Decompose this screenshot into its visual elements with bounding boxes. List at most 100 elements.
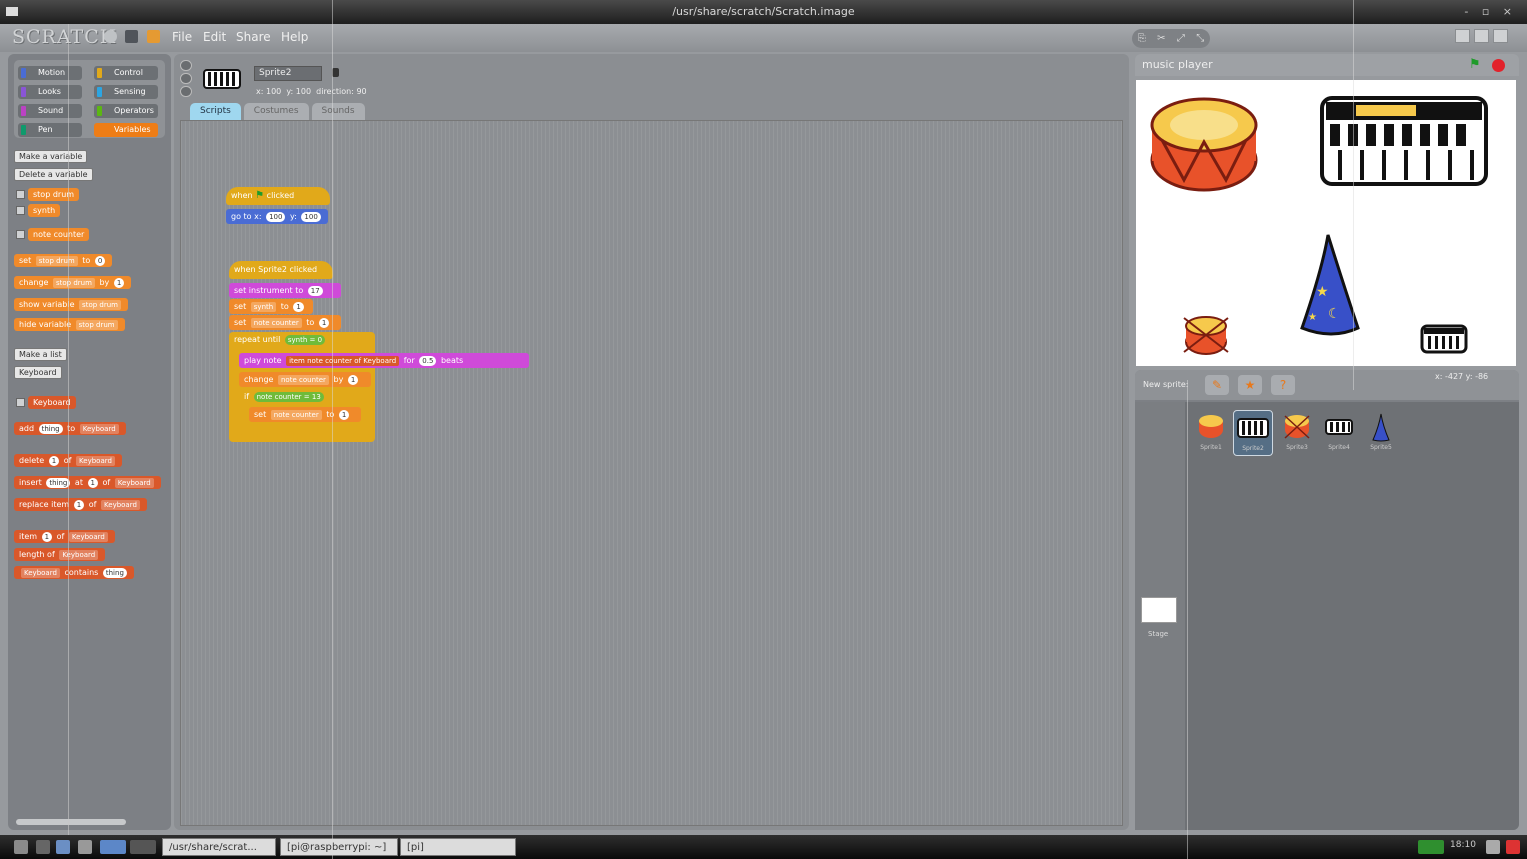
rotate-flip-icon[interactable] — [180, 73, 192, 84]
category-pen[interactable]: Pen — [18, 123, 82, 137]
set-var-block[interactable]: set stop drum to 0 — [14, 254, 113, 267]
normal-stage-icon[interactable] — [1474, 29, 1489, 43]
menu-file[interactable]: File — [172, 30, 192, 44]
sprite-thumb-5[interactable]: Sprite5 — [1361, 410, 1401, 456]
set-note-counter-block[interactable]: set note counter to 1 — [229, 315, 341, 330]
category-sensing[interactable]: Sensing — [94, 85, 158, 99]
menu-help[interactable]: Help — [281, 30, 308, 44]
sprite-name-field[interactable]: Sprite2 — [254, 66, 322, 81]
list-checkbox[interactable] — [16, 398, 25, 407]
insert-at-list-block[interactable]: insert thing at 1 of Keyboard — [14, 476, 161, 489]
paint-new-sprite-icon[interactable]: ✎ — [1205, 375, 1229, 395]
stage-header: music player ⚑ — [1135, 54, 1519, 76]
category-looks[interactable]: Looks — [18, 85, 82, 99]
start-menu-icon[interactable] — [14, 840, 28, 854]
shrink-icon[interactable]: ⤡ — [1196, 33, 1204, 44]
presentation-mode-icon[interactable] — [1493, 29, 1508, 43]
language-globe-icon[interactable] — [104, 30, 117, 43]
var-block-synth[interactable]: synth — [28, 204, 61, 217]
stop-icon[interactable] — [1492, 59, 1505, 72]
rotate-full-icon[interactable] — [180, 60, 192, 71]
delete-list-button[interactable]: Keyboard — [14, 366, 62, 379]
scratch-app: SCRATCH File Edit Share Help ⎘ ✂ ⤢ ⤡ Mot… — [0, 24, 1527, 835]
save-icon[interactable] — [125, 30, 138, 43]
change-var-block[interactable]: change stop drum by 1 — [14, 276, 132, 289]
delete-variable-button[interactable]: Delete a variable — [14, 168, 93, 181]
desktop-icon[interactable] — [78, 840, 92, 854]
set-synth-block[interactable]: set synth to 1 — [229, 299, 313, 314]
tab-sounds[interactable]: Sounds — [311, 103, 365, 120]
cut-icon[interactable]: ✂ — [1157, 33, 1165, 44]
svg-text:★: ★ — [1316, 284, 1329, 300]
make-list-button[interactable]: Make a list — [14, 348, 67, 361]
browser-icon[interactable] — [56, 840, 70, 854]
make-variable-button[interactable]: Make a variable — [14, 150, 88, 163]
stage-thumbnail[interactable] — [1141, 597, 1177, 623]
workspace-2-icon[interactable] — [130, 840, 156, 854]
var-block-note-counter[interactable]: note counter — [28, 228, 90, 241]
tab-scripts[interactable]: Scripts — [190, 103, 241, 120]
random-sprite-icon[interactable]: ? — [1271, 375, 1295, 395]
lock-icon[interactable] — [332, 68, 339, 77]
guide-line — [1353, 0, 1354, 390]
small-stage-icon[interactable] — [1455, 29, 1470, 43]
taskbar: /usr/share/scrat... [pi@raspberrypi: ~] … — [0, 835, 1527, 859]
menu-edit[interactable]: Edit — [203, 30, 226, 44]
window-title-bar: /usr/share/scratch/Scratch.image - ▫ × — [0, 0, 1527, 24]
category-control[interactable]: Control — [94, 66, 158, 80]
window-controls[interactable]: - ▫ × — [1464, 0, 1517, 24]
when-sprite-clicked-block[interactable]: when Sprite2 clicked — [229, 261, 333, 279]
green-flag-icon: ⚑ — [255, 190, 265, 201]
guide-line — [1187, 380, 1188, 859]
choose-sprite-from-file-icon[interactable]: ★ — [1238, 375, 1262, 395]
category-motion[interactable]: Motion — [18, 66, 82, 80]
menu-share[interactable]: Share — [236, 30, 271, 44]
var-block-stop-drum[interactable]: stop drum — [28, 188, 80, 201]
sprite-thumb-4[interactable]: Sprite4 — [1319, 410, 1359, 456]
rotate-none-icon[interactable] — [180, 86, 192, 97]
length-of-list-block[interactable]: length of Keyboard — [14, 548, 106, 561]
set-instrument-block[interactable]: set instrument to 17 — [229, 283, 341, 298]
var-checkbox[interactable] — [16, 190, 25, 199]
grow-icon[interactable]: ⤢ — [1177, 33, 1185, 44]
script-area-panel: Sprite2 x: 100 y: 100 direction: 90 Scri… — [174, 54, 1129, 830]
category-variables[interactable]: Variables — [94, 123, 158, 137]
list-contains-block[interactable]: Keyboard contains thing — [14, 566, 134, 579]
taskbar-app-terminal[interactable]: [pi@raspberrypi: ~] — [280, 838, 398, 856]
go-to-xy-block[interactable]: go to x: 100 y: 100 — [226, 209, 328, 224]
var-checkbox[interactable] — [16, 230, 25, 239]
replace-item-block[interactable]: replace item 1 of Keyboard — [14, 498, 147, 511]
tab-costumes[interactable]: Costumes — [243, 103, 309, 120]
add-to-list-block[interactable]: add thing to Keyboard — [14, 422, 126, 435]
show-variable-block[interactable]: show variable stop drum — [14, 298, 128, 311]
share-icon[interactable] — [147, 30, 160, 43]
workspace-1-icon[interactable] — [100, 840, 126, 854]
terminal-icon[interactable] — [36, 840, 50, 854]
shutdown-icon[interactable] — [1506, 840, 1520, 854]
play-note-block[interactable]: play note item note counter of Keyboard … — [239, 353, 529, 368]
palette-scrollbar[interactable] — [16, 819, 126, 825]
stage-sprites: ★ ☾ ★ — [1150, 96, 1488, 355]
window-menu-icon[interactable] — [6, 7, 18, 16]
when-flag-clicked-block[interactable]: when ⚑ clicked — [226, 187, 330, 205]
hide-variable-block[interactable]: hide variable stop drum — [14, 318, 125, 331]
category-operators[interactable]: Operators — [94, 104, 158, 118]
stage-canvas[interactable]: ★ ☾ ★ — [1136, 80, 1516, 366]
var-checkbox[interactable] — [16, 206, 25, 215]
taskbar-app-scratch[interactable]: /usr/share/scrat... — [162, 838, 276, 856]
set-note-counter-reset-block[interactable]: set note counter to 1 — [249, 407, 361, 422]
sprite-thumb-2[interactable]: Sprite2 — [1233, 410, 1273, 456]
sprite-thumb-3[interactable]: Sprite3 — [1277, 410, 1317, 456]
stage-label: Stage — [1148, 630, 1169, 638]
taskbar-app-pi[interactable]: [pi] — [400, 838, 516, 856]
change-note-counter-block[interactable]: change note counter by 1 — [239, 372, 371, 387]
category-sound[interactable]: Sound — [18, 104, 82, 118]
scripts-canvas[interactable]: when ⚑ clicked go to x: 100 y: 100 when … — [180, 120, 1123, 826]
duplicate-icon[interactable]: ⎘ — [1138, 33, 1146, 44]
drum-sprite-small — [1183, 316, 1229, 355]
sprite-thumb-1[interactable]: Sprite1 — [1191, 410, 1231, 456]
svg-text:★: ★ — [1308, 312, 1317, 323]
guide-line — [332, 0, 333, 859]
green-flag-icon[interactable]: ⚑ — [1469, 58, 1483, 72]
item-of-list-block[interactable]: item 1 of Keyboard — [14, 530, 115, 543]
